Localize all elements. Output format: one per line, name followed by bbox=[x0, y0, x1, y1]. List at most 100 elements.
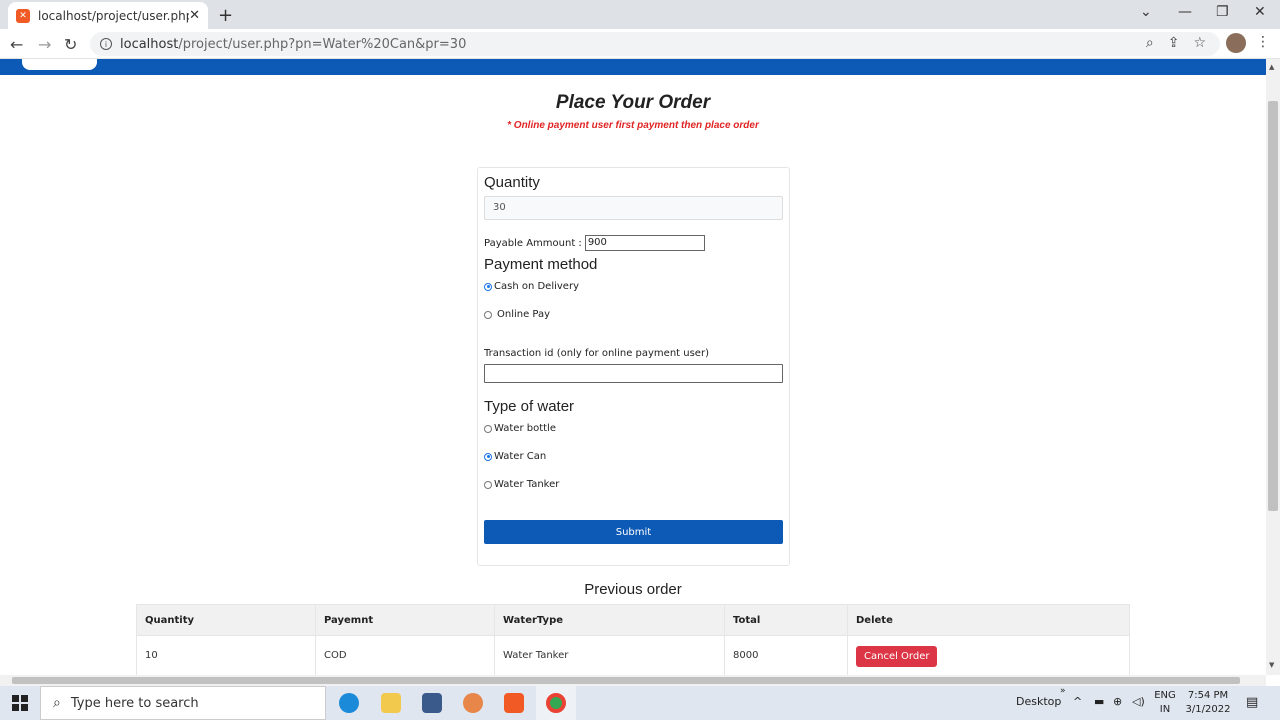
water-type-heading: Type of water bbox=[484, 398, 575, 415]
taskbar-search-box[interactable]: ⌕ Type here to search bbox=[40, 686, 326, 720]
chrome-icon[interactable] bbox=[546, 693, 566, 713]
tray-expand-icon[interactable]: ^ bbox=[1073, 695, 1082, 708]
forward-button[interactable]: → bbox=[38, 35, 51, 54]
cell-action: Cancel Order bbox=[847, 635, 1130, 675]
notifications-icon[interactable]: ▤ bbox=[1246, 695, 1258, 710]
new-tab-button[interactable]: + bbox=[218, 5, 233, 26]
language-indicator[interactable]: ENG IN bbox=[1148, 689, 1182, 717]
paint-icon[interactable] bbox=[463, 693, 483, 713]
battery-icon[interactable]: ▬ bbox=[1094, 695, 1104, 708]
tab-search-chevron-icon[interactable]: ⌄ bbox=[1140, 4, 1152, 20]
water-option-label: Water Tanker bbox=[494, 479, 560, 490]
table-row: 10 COD Water Tanker 8000 Cancel Order bbox=[136, 635, 1130, 675]
vertical-scrollbar[interactable]: ▲ ▼ bbox=[1266, 59, 1280, 675]
water-option-label: Water bottle bbox=[494, 423, 556, 434]
url-path: /project/user.php?pn=Water%20Can&pr=30 bbox=[178, 36, 467, 52]
cell-quantity: 10 bbox=[136, 635, 316, 675]
vertical-scroll-thumb[interactable] bbox=[1268, 101, 1278, 511]
desktop-label[interactable]: Desktop bbox=[1016, 695, 1061, 708]
radio-unselected-icon[interactable] bbox=[484, 480, 492, 489]
payment-note: * Online payment user first payment then… bbox=[507, 120, 759, 131]
site-navbar bbox=[0, 59, 1266, 75]
water-option-bottle[interactable]: Water bottle bbox=[484, 423, 556, 434]
order-form: Quantity 30 Payable Ammount : 900 Paymen… bbox=[477, 167, 790, 566]
toolbar-chevron-icon[interactable]: » bbox=[1060, 686, 1066, 696]
cell-watertype: Water Tanker bbox=[494, 635, 725, 675]
bookmark-star-icon[interactable]: ☆ bbox=[1193, 35, 1206, 51]
back-button[interactable]: ← bbox=[10, 35, 23, 54]
radio-selected-icon[interactable] bbox=[484, 452, 492, 461]
payment-option-label: Online Pay bbox=[497, 309, 551, 320]
cell-payment: COD bbox=[315, 635, 495, 675]
horizontal-scrollbar[interactable] bbox=[0, 675, 1266, 686]
lang-bottom: IN bbox=[1159, 704, 1171, 715]
col-header-delete: Delete bbox=[847, 604, 1130, 636]
cell-total: 8000 bbox=[724, 635, 848, 675]
radio-unselected-icon[interactable] bbox=[484, 310, 492, 319]
browser-tab[interactable]: ✕ localhost/project/user.php?pn=W ✕ bbox=[8, 2, 208, 29]
payable-amount-input[interactable]: 900 bbox=[584, 235, 705, 251]
search-icon: ⌕ bbox=[53, 695, 61, 711]
site-info-icon[interactable]: i bbox=[100, 38, 112, 50]
water-option-tanker[interactable]: Water Tanker bbox=[484, 479, 559, 490]
volume-icon[interactable]: ◁) bbox=[1132, 695, 1145, 708]
minimize-button[interactable]: — bbox=[1178, 4, 1192, 20]
water-option-label: Water Can bbox=[494, 451, 547, 462]
page-viewport: Place Your Order * Online payment user f… bbox=[0, 59, 1266, 675]
payment-option-label: Cash on Delivery bbox=[494, 281, 579, 292]
submit-button[interactable]: Submit bbox=[484, 520, 783, 544]
quantity-input[interactable]: 30 bbox=[484, 196, 783, 220]
address-bar-row: ← → ↻ i localhost/project/user.php?pn=Wa… bbox=[0, 29, 1280, 59]
close-tab-icon[interactable]: ✕ bbox=[189, 8, 200, 23]
chrome-taskbar-active[interactable] bbox=[536, 686, 576, 720]
payment-method-heading: Payment method bbox=[484, 256, 598, 273]
scroll-up-icon[interactable]: ▲ bbox=[1269, 63, 1274, 71]
browser-tab-bar: ✕ localhost/project/user.php?pn=W ✕ + ⌄ … bbox=[0, 0, 1280, 29]
col-header-payment: Payemnt bbox=[315, 604, 495, 636]
share-icon[interactable]: ⇪ bbox=[1168, 35, 1180, 51]
windows-taskbar: ⌕ Type here to search Desktop » ^ ▬ ⊕ ◁)… bbox=[0, 686, 1280, 720]
previous-order-heading: Previous order bbox=[584, 581, 682, 598]
taskbar-clock[interactable]: 7:54 PM 3/1/2022 bbox=[1180, 689, 1236, 717]
xampp-icon[interactable] bbox=[504, 693, 524, 713]
radio-selected-icon[interactable] bbox=[484, 282, 492, 291]
col-header-quantity: Quantity bbox=[136, 604, 316, 636]
water-option-can[interactable]: Water Can bbox=[484, 451, 546, 462]
col-header-total: Total bbox=[724, 604, 848, 636]
url-field[interactable]: i localhost/project/user.php?pn=Water%20… bbox=[90, 32, 1220, 56]
xampp-favicon-icon: ✕ bbox=[16, 8, 30, 23]
lang-top: ENG bbox=[1154, 690, 1176, 701]
table-header-row: Quantity Payemnt WaterType Total Delete bbox=[136, 604, 1130, 636]
edge-icon[interactable] bbox=[339, 693, 359, 713]
navbar-pill[interactable] bbox=[22, 59, 97, 70]
clock-time: 7:54 PM bbox=[1187, 690, 1229, 701]
maximize-button[interactable]: ❐ bbox=[1216, 4, 1229, 20]
taskbar-search-placeholder: Type here to search bbox=[70, 695, 199, 711]
windows-start-icon[interactable] bbox=[12, 695, 28, 711]
cancel-order-button[interactable]: Cancel Order bbox=[856, 646, 938, 667]
radio-unselected-icon[interactable] bbox=[484, 424, 492, 433]
url-host: localhost bbox=[120, 36, 179, 52]
transaction-label: Transaction id (only for online payment … bbox=[484, 348, 709, 359]
file-explorer-icon[interactable] bbox=[381, 693, 401, 713]
network-icon[interactable]: ⊕ bbox=[1113, 695, 1122, 708]
close-window-button[interactable]: ✕ bbox=[1254, 4, 1266, 20]
reload-button[interactable]: ↻ bbox=[64, 35, 77, 54]
profile-avatar[interactable] bbox=[1226, 33, 1246, 53]
horizontal-scroll-thumb[interactable] bbox=[12, 677, 1240, 684]
zoom-icon[interactable]: ⌕ bbox=[1146, 35, 1154, 51]
clock-date: 3/1/2022 bbox=[1185, 704, 1231, 715]
transaction-id-input[interactable] bbox=[484, 364, 783, 383]
previous-orders-table: Quantity Payemnt WaterType Total Delete … bbox=[136, 604, 1130, 675]
col-header-watertype: WaterType bbox=[494, 604, 725, 636]
browser-menu-icon[interactable]: ⋮ bbox=[1256, 34, 1270, 50]
payable-label: Payable Ammount : bbox=[484, 237, 582, 249]
scroll-down-icon[interactable]: ▼ bbox=[1269, 661, 1274, 669]
payment-option-online[interactable]: Online Pay bbox=[484, 309, 550, 320]
app-icon[interactable] bbox=[422, 693, 442, 713]
payable-row: Payable Ammount : 900 bbox=[484, 235, 705, 251]
page-title: Place Your Order bbox=[555, 92, 711, 113]
payment-option-cod[interactable]: Cash on Delivery bbox=[484, 281, 579, 292]
tab-title: localhost/project/user.php?pn=W bbox=[38, 8, 189, 23]
quantity-heading: Quantity bbox=[484, 174, 540, 191]
